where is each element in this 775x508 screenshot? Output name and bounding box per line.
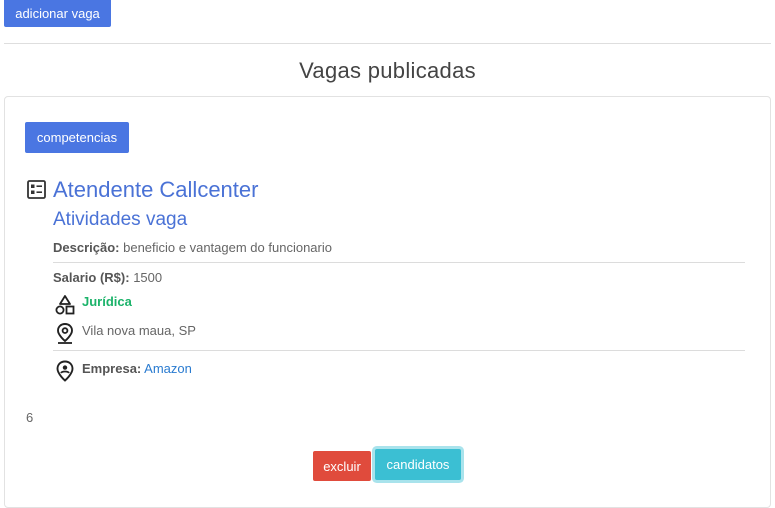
divider bbox=[53, 350, 745, 351]
company-link[interactable]: Amazon bbox=[144, 361, 192, 376]
job-description: Descrição: beneficio e vantagem do funci… bbox=[53, 240, 332, 255]
divider bbox=[53, 262, 745, 263]
job-title: Atendente Callcenter bbox=[53, 177, 259, 202]
job-subtitle: Atividades vaga bbox=[53, 209, 188, 230]
salary-label: Salario (R$): bbox=[53, 270, 130, 285]
map-pin-icon bbox=[57, 323, 73, 344]
candidates-button[interactable]: candidatos bbox=[375, 449, 461, 480]
salary-value: 1500 bbox=[133, 270, 163, 285]
competencias-button[interactable]: competencias bbox=[25, 122, 129, 153]
job-count: 6 bbox=[26, 410, 34, 425]
job-salary: Salario (R$): 1500 bbox=[53, 270, 162, 285]
listing-icon bbox=[27, 180, 46, 199]
company-label: Empresa: bbox=[82, 361, 142, 376]
page-title: Vagas publicadas bbox=[299, 58, 476, 83]
job-type: Jurídica bbox=[82, 294, 132, 309]
job-company: Empresa: Amazon bbox=[82, 361, 192, 376]
shapes-icon bbox=[55, 295, 75, 315]
person-pin-icon bbox=[56, 360, 74, 382]
description-label: Descrição: bbox=[53, 240, 120, 255]
job-location: Vila nova maua, SP bbox=[82, 323, 196, 338]
divider bbox=[4, 43, 771, 44]
delete-button[interactable]: excluir bbox=[313, 451, 371, 481]
add-job-button[interactable]: adicionar vaga bbox=[4, 0, 111, 27]
description-value: beneficio e vantagem do funcionario bbox=[123, 240, 332, 255]
